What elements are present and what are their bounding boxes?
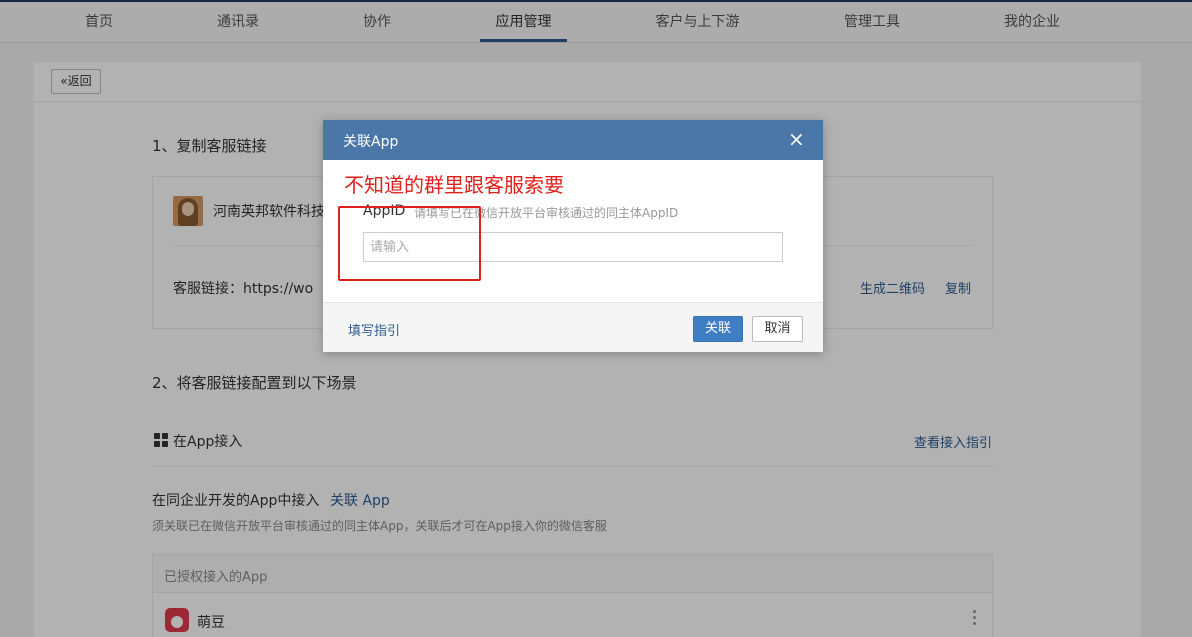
cancel-button[interactable]: 取消 — [752, 316, 803, 342]
annotation-highlight-box — [338, 206, 481, 281]
link-app-dialog: 关联App × 不知道的群里跟客服索要 AppID 请填写已在微信开放平台审核通… — [323, 120, 823, 352]
dialog-footer: 填写指引 关联 取消 — [323, 302, 823, 352]
fill-guide-link[interactable]: 填写指引 — [348, 320, 400, 339]
annotation-text: 不知道的群里跟客服索要 — [344, 173, 564, 197]
dialog-title: 关联App — [343, 134, 399, 150]
dialog-header: 关联App × — [323, 120, 823, 160]
close-icon[interactable]: × — [788, 128, 805, 150]
link-button[interactable]: 关联 — [693, 316, 743, 342]
